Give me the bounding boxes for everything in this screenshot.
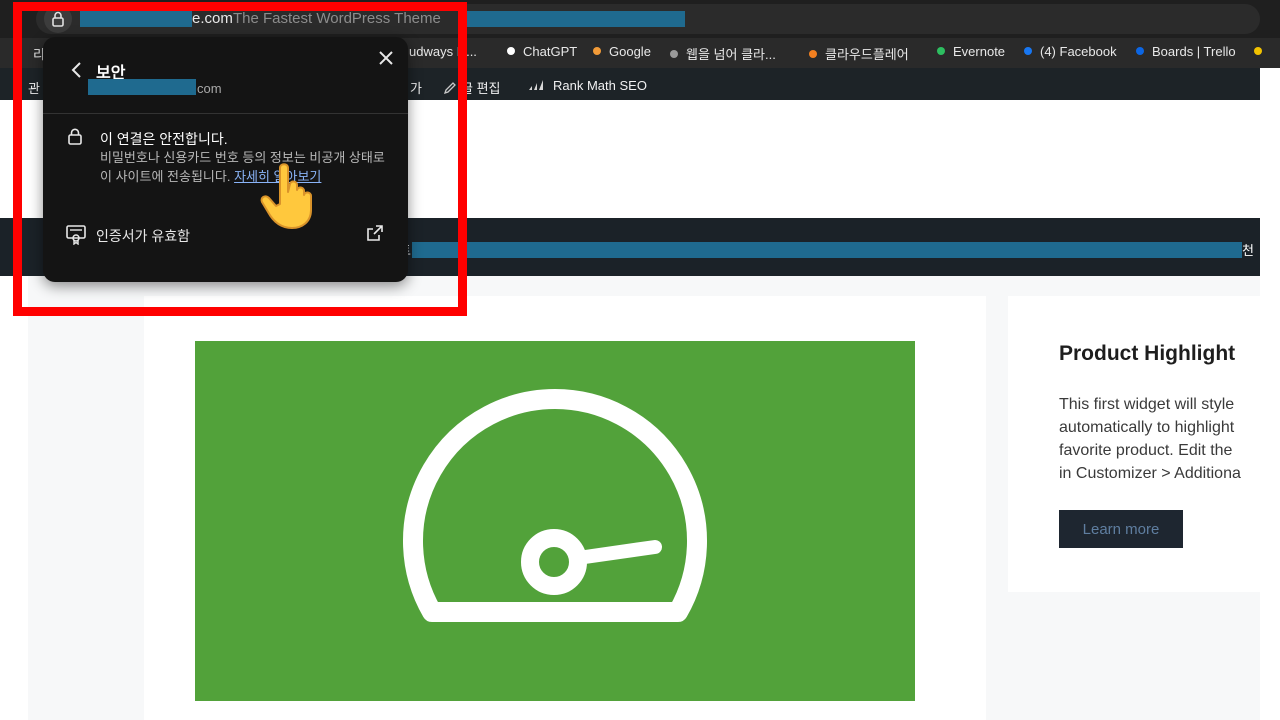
bookmark-label: Google (609, 44, 651, 59)
bookmark-item[interactable]: Evernote (937, 44, 1005, 59)
speedometer-icon (403, 389, 707, 622)
bookmark-item[interactable]: Boards | Trello (1136, 44, 1236, 59)
widget-text-line: This first widget will style (1059, 396, 1235, 413)
learn-more-button[interactable]: Learn more (1059, 510, 1183, 548)
bookmark-item[interactable]: ChatGPT (507, 44, 577, 59)
bookmark-favicon-icon (670, 50, 678, 58)
redacted-menu (412, 242, 1242, 258)
bookmark-favicon-icon (507, 47, 515, 55)
bookmark-label: Evernote (953, 44, 1006, 59)
bookmark-favicon-icon (1254, 47, 1262, 55)
product-highlight-widget: Product Highlight This first widget will… (1008, 296, 1260, 592)
rank-math-icon (529, 80, 543, 90)
bookmark-favicon-icon (1136, 47, 1144, 55)
bookmark-label: 클라우드플레어 (825, 47, 909, 62)
bookmark-item[interactable] (1254, 44, 1270, 59)
bookmark-item[interactable]: (4) Facebook (1024, 44, 1117, 59)
bookmark-label: 웹을 넘어 클라... (686, 47, 776, 62)
bookmark-label: (4) Facebook (1040, 44, 1117, 59)
bookmark-item[interactable]: 웹을 넘어 클라... (670, 44, 776, 63)
bookmark-favicon-icon (937, 47, 945, 55)
bookmark-item[interactable]: Google (593, 44, 651, 59)
widget-text-line: in Customizer > Additiona (1059, 465, 1241, 482)
bookmark-item[interactable]: 클라우드플레어 (809, 44, 909, 63)
widget-text-line: automatically to highlight (1059, 419, 1235, 436)
rank-math-label: Rank Math SEO (553, 78, 647, 93)
featured-image (195, 341, 915, 701)
bookmark-label: ChatGPT (523, 44, 578, 59)
widget-text-line: favorite product. Edit the (1059, 442, 1233, 459)
bookmark-favicon-icon (809, 50, 817, 58)
bookmark-favicon-icon (593, 47, 601, 55)
nav-menu-fragment[interactable]: 천 (1242, 240, 1254, 259)
bookmark-label: Boards | Trello (1152, 44, 1236, 59)
highlight-annotation-frame (13, 2, 467, 316)
widget-title: Product Highlight (1059, 342, 1236, 365)
rank-math-seo-link[interactable]: Rank Math SEO (527, 78, 647, 93)
redacted-url-part (461, 11, 685, 27)
bookmark-favicon-icon (1024, 47, 1032, 55)
